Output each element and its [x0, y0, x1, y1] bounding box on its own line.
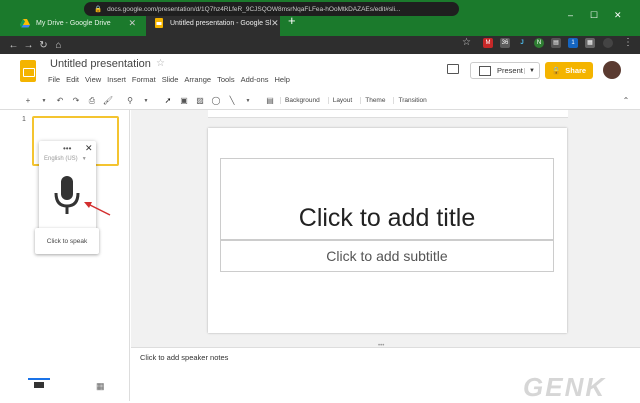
share-label: Share — [565, 66, 587, 75]
present-button[interactable]: Present ▼ — [470, 62, 540, 79]
microphone-icon[interactable] — [54, 176, 80, 216]
gmail-extension-icon[interactable]: M — [483, 38, 493, 48]
minimize-button[interactable]: – — [568, 10, 573, 20]
language-dropdown-icon: ▼ — [81, 156, 87, 162]
background-button[interactable]: Background — [280, 97, 324, 104]
collapse-icon[interactable]: ⌃ — [620, 96, 632, 105]
new-slide-icon[interactable]: + — [22, 96, 34, 105]
lock-icon: 🔒 — [94, 6, 103, 13]
subtitle-placeholder[interactable]: Click to add subtitle — [220, 240, 554, 272]
comment-icon[interactable] — [447, 64, 459, 74]
add-comment-icon[interactable]: ▤ — [264, 96, 276, 105]
present-dropdown-icon[interactable]: ▼ — [524, 67, 539, 74]
close-tab-icon[interactable]: ✕ — [271, 18, 279, 29]
clip-extension-icon[interactable]: ▤ — [551, 38, 561, 48]
grid-view-icon[interactable]: ▦ — [96, 381, 105, 392]
browser-menu-icon[interactable]: ⋮ — [623, 37, 633, 48]
language-select[interactable]: English (US) ▼ — [44, 156, 87, 162]
present-label: Present — [497, 66, 523, 75]
n-extension-icon[interactable]: N — [534, 38, 544, 48]
transition-button[interactable]: Transition — [393, 97, 430, 104]
menu-insert[interactable]: Insert — [107, 75, 126, 84]
forward-icon[interactable]: → — [21, 40, 36, 51]
horizontal-ruler — [208, 110, 568, 118]
theme-button[interactable]: Theme — [360, 97, 389, 104]
tab-label: Untitled presentation - Google Sl — [170, 19, 272, 27]
j-extension-icon[interactable]: J — [517, 38, 527, 48]
speaker-notes-input[interactable]: Click to add speaker notes — [140, 353, 228, 362]
present-icon — [479, 65, 491, 76]
reload-icon[interactable]: ↻ — [36, 40, 51, 51]
menu-bar: File Edit View Insert Format Slide Arran… — [48, 75, 290, 84]
back-icon[interactable]: ← — [6, 40, 21, 51]
extension-icon[interactable]: 36 — [500, 38, 510, 48]
zoom-dropdown-icon[interactable]: ▼ — [140, 98, 152, 104]
slides-logo-icon[interactable] — [20, 60, 36, 82]
language-label: English (US) — [44, 156, 78, 162]
active-view-indicator — [28, 378, 50, 380]
editing-toolbar: + ▼ ↶ ↷ ⎙ 🖌 ⚲ ▼ ➚ ▣ ▨ ◯ ╲ ▼ ▤ Background… — [0, 92, 640, 110]
menu-edit[interactable]: Edit — [66, 75, 79, 84]
star-icon[interactable]: ☆ — [156, 58, 165, 69]
layout-button[interactable]: Layout — [327, 97, 357, 104]
menu-format[interactable]: Format — [132, 75, 156, 84]
menu-arrange[interactable]: Arrange — [184, 75, 211, 84]
more-options-icon[interactable]: ••• — [63, 144, 71, 153]
line-icon[interactable]: ╲ — [226, 96, 238, 105]
filmstrip-view-icon[interactable] — [34, 382, 44, 388]
menu-view[interactable]: View — [85, 75, 101, 84]
annotation-arrow — [84, 202, 111, 216]
drive-icon — [20, 19, 30, 28]
menu-help[interactable]: Help — [275, 75, 290, 84]
account-avatar[interactable] — [603, 61, 621, 79]
shape-icon[interactable]: ◯ — [210, 96, 222, 105]
undo-icon[interactable]: ↶ — [54, 96, 66, 105]
maximize-button[interactable]: ☐ — [590, 10, 598, 21]
close-voice-typing-button[interactable]: ✕ — [85, 143, 93, 154]
close-window-button[interactable]: ✕ — [614, 10, 622, 21]
url-bar[interactable]: 🔒 docs.google.com/presentation/d/1Q7hz4R… — [84, 2, 459, 16]
menu-tools[interactable]: Tools — [217, 75, 235, 84]
menu-file[interactable]: File — [48, 75, 60, 84]
paint-format-icon[interactable]: 🖌 — [102, 96, 114, 105]
select-cursor-icon[interactable]: ➚ — [162, 96, 174, 105]
browser-toolbar: ← → ↻ ⌂ — [0, 36, 640, 54]
home-icon[interactable]: ⌂ — [51, 40, 66, 51]
notes-resize-handle[interactable]: ••• — [378, 343, 384, 349]
url-text: docs.google.com/presentation/d/1Q7hz4RLf… — [107, 5, 401, 13]
line-dropdown-icon[interactable]: ▼ — [242, 98, 254, 104]
text-box-icon[interactable]: ▣ — [178, 96, 190, 105]
slide-number: 1 — [22, 116, 26, 123]
menu-slide[interactable]: Slide — [162, 75, 179, 84]
close-tab-icon[interactable]: ✕ — [128, 18, 136, 29]
badge-extension-icon[interactable]: 1 — [568, 38, 578, 48]
grid-extension-icon[interactable]: ▦ — [585, 38, 595, 48]
tab-label: My Drive - Google Drive — [36, 19, 111, 27]
new-slide-dropdown-icon[interactable]: ▼ — [38, 98, 50, 104]
redo-icon[interactable]: ↷ — [70, 96, 82, 105]
profile-icon[interactable] — [603, 38, 613, 48]
genk-watermark: GENK — [523, 372, 607, 402]
menu-add-ons[interactable]: Add-ons — [241, 75, 269, 84]
zoom-icon[interactable]: ⚲ — [124, 96, 136, 105]
click-to-speak-tooltip: Click to speak — [35, 228, 99, 254]
document-title[interactable]: Untitled presentation — [50, 58, 151, 70]
lock-icon: 🔒 — [551, 66, 562, 75]
bookmark-star-icon[interactable]: ☆ — [462, 37, 471, 48]
share-button[interactable]: 🔒 Share — [545, 62, 593, 79]
title-placeholder[interactable]: Click to add title — [220, 158, 554, 240]
slides-icon — [155, 18, 163, 28]
print-icon[interactable]: ⎙ — [86, 96, 98, 106]
image-icon[interactable]: ▨ — [194, 96, 206, 105]
